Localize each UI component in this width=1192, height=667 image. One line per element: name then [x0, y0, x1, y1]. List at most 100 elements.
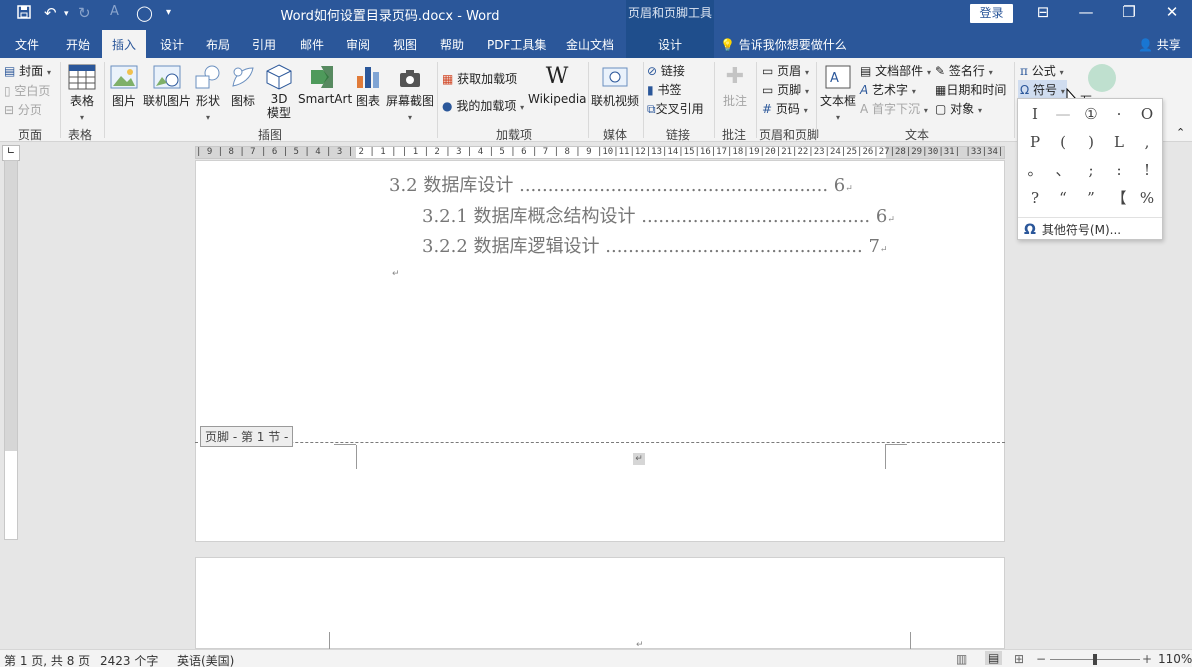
tab-references[interactable]: 引用: [252, 36, 276, 53]
zoom-slider-thumb[interactable]: [1093, 654, 1097, 665]
quick-parts-button[interactable]: ▤ 文档部件 ▾: [860, 62, 931, 79]
close-icon[interactable]: ✕: [1162, 3, 1182, 21]
calculator-addin-icon[interactable]: [1088, 64, 1116, 92]
ribbon-display-options-icon[interactable]: ⊟: [1033, 3, 1053, 21]
chart-button[interactable]: 图表: [354, 64, 382, 109]
smartart-button[interactable]: SmartArt: [298, 64, 352, 106]
document-page[interactable]: ↵: [195, 557, 1005, 650]
restore-icon[interactable]: ❐: [1119, 3, 1139, 21]
textbox-button[interactable]: A 文本框 ▾: [820, 64, 856, 123]
object-button[interactable]: ▢ 对象 ▾: [935, 100, 982, 117]
footer-button[interactable]: ▭ 页脚 ▾: [762, 81, 809, 98]
date-time-button[interactable]: ▦日期和时间: [935, 81, 1006, 98]
table-button[interactable]: 表格 ▾: [64, 64, 100, 123]
smartart-icon: [311, 66, 333, 88]
symbol-cell[interactable]: ?: [1022, 185, 1048, 211]
login-button[interactable]: 登录: [970, 4, 1013, 23]
wikipedia-button[interactable]: W Wikipedia: [528, 64, 587, 106]
symbol-cell[interactable]: I: [1022, 101, 1048, 127]
link-button[interactable]: ⊘ 链接: [647, 62, 685, 79]
symbol-cell[interactable]: L: [1106, 129, 1132, 155]
symbol-cell[interactable]: O: [1134, 101, 1160, 127]
tab-insert[interactable]: 插入: [102, 30, 147, 58]
cross-reference-button[interactable]: ⧉交叉引用: [647, 100, 704, 117]
symbol-cell[interactable]: ”: [1078, 185, 1104, 211]
share-button[interactable]: 👤 共享: [1138, 36, 1181, 53]
icons-button[interactable]: 图标: [229, 64, 257, 109]
read-mode-icon[interactable]: ▥: [956, 652, 967, 666]
page-number-button[interactable]: # 页码 ▾: [762, 100, 808, 117]
status-bar: 第 1 页, 共 8 页 2423 个字 英语(美国) ▥ ▤ ⊞ − + 11…: [0, 649, 1192, 667]
blank-page-button[interactable]: ▯ 空白页: [4, 82, 50, 99]
symbol-cell[interactable]: %: [1134, 185, 1160, 211]
shapes-button[interactable]: 形状 ▾: [194, 64, 222, 123]
symbol-cell[interactable]: ·: [1106, 101, 1132, 127]
online-video-button[interactable]: 联机视频: [590, 64, 640, 109]
horizontal-ruler[interactable]: | 9 | 8 | 7 | 6 | 5 | 4 | 3 | 2 | 1 | | …: [195, 146, 1005, 159]
toc-entry[interactable]: 3.2.1 数据库概念结构设计 ........................…: [422, 202, 895, 228]
web-layout-icon[interactable]: ⊞: [1014, 652, 1024, 666]
group-label-links: 链接: [666, 128, 691, 142]
bookmark-button[interactable]: ▮ 书签: [647, 81, 681, 98]
toc-entry[interactable]: 3.2 数据库设计 ..............................…: [389, 171, 853, 197]
tab-selector[interactable]: ∟: [2, 145, 20, 161]
vertical-ruler[interactable]: [4, 160, 18, 540]
tab-kingsoft-docs[interactable]: 金山文档: [566, 36, 614, 53]
my-addins-button[interactable]: ● 我的加载项 ▾: [442, 97, 524, 114]
symbol-cell[interactable]: ,: [1134, 129, 1160, 155]
header-button[interactable]: ▭ 页眉 ▾: [762, 62, 809, 79]
comment-button[interactable]: ✚ 批注: [718, 64, 752, 109]
cover-page-button[interactable]: ▤ 封面 ▾: [4, 62, 51, 79]
online-picture-button[interactable]: 联机图片: [142, 64, 192, 109]
symbol-cell[interactable]: ①: [1078, 101, 1104, 127]
tab-pdf-tools[interactable]: PDF工具集: [487, 36, 546, 53]
tab-header-footer-design[interactable]: 设计: [626, 28, 714, 58]
symbol-cell[interactable]: (: [1050, 129, 1076, 155]
tab-view[interactable]: 视图: [393, 36, 417, 53]
tab-file[interactable]: 文件: [15, 36, 39, 53]
zoom-level[interactable]: 110%: [1158, 652, 1192, 666]
symbol-cell[interactable]: ): [1078, 129, 1104, 155]
symbol-cell[interactable]: 。: [1022, 157, 1048, 183]
print-layout-icon[interactable]: ▤: [985, 651, 1003, 665]
crop-mark: [334, 444, 356, 445]
tab-mailings[interactable]: 邮件: [300, 36, 324, 53]
group-separator: [588, 62, 589, 138]
symbol-cell[interactable]: P: [1022, 129, 1048, 155]
get-addins-button[interactable]: ▦ 获取加载项: [442, 70, 517, 87]
page-count[interactable]: 第 1 页, 共 8 页: [4, 652, 90, 667]
symbol-cell[interactable]: “: [1050, 185, 1076, 211]
picture-button[interactable]: 图片: [108, 64, 140, 109]
symbol-cell[interactable]: !: [1134, 157, 1160, 183]
tell-me-search[interactable]: 💡 告诉我你想要做什么: [720, 36, 847, 53]
toc-entry[interactable]: 3.2.2 数据库逻辑设计 ..........................…: [422, 232, 887, 258]
symbol-cell[interactable]: —: [1050, 101, 1076, 127]
symbol-cell[interactable]: ;: [1078, 157, 1104, 183]
more-symbols-button[interactable]: Ω 其他符号(M)...: [1018, 217, 1162, 239]
word-count[interactable]: 2423 个字: [100, 652, 158, 667]
screenshot-button[interactable]: 屏幕截图 ▾: [386, 64, 434, 123]
footer-paragraph-mark[interactable]: ↵: [633, 453, 645, 465]
symbol-button[interactable]: Ω 符号 ▾: [1018, 80, 1067, 99]
ribbon-tabs: 文件 开始 插入 设计 布局 引用 邮件 审阅 视图 帮助 PDF工具集 金山文…: [0, 28, 1192, 58]
document-page[interactable]: 3.2 数据库设计 ..............................…: [195, 160, 1005, 542]
drop-cap-button[interactable]: A 首字下沉 ▾: [860, 100, 928, 117]
tab-layout[interactable]: 布局: [206, 36, 230, 53]
symbol-cell[interactable]: 【: [1106, 185, 1132, 211]
signature-line-button[interactable]: ✎ 签名行 ▾: [935, 62, 993, 79]
collapse-ribbon-icon[interactable]: ⌃: [1176, 126, 1185, 139]
equation-button[interactable]: π 公式 ▾: [1020, 62, 1064, 79]
minimize-icon[interactable]: —: [1076, 3, 1096, 21]
language-indicator[interactable]: 英语(美国): [177, 652, 234, 667]
tab-home[interactable]: 开始: [66, 36, 90, 53]
zoom-in-icon[interactable]: +: [1142, 652, 1152, 666]
page-break-button[interactable]: ⊟ 分页: [4, 101, 42, 118]
3d-models-button[interactable]: 3D 模型: [264, 64, 294, 120]
tab-design[interactable]: 设计: [160, 36, 184, 53]
symbol-cell[interactable]: 、: [1050, 157, 1076, 183]
tab-help[interactable]: 帮助: [440, 36, 464, 53]
wordart-button[interactable]: A 艺术字 ▾: [860, 81, 916, 98]
tab-review[interactable]: 审阅: [346, 36, 370, 53]
zoom-out-icon[interactable]: −: [1036, 652, 1046, 666]
symbol-cell[interactable]: :: [1106, 157, 1132, 183]
